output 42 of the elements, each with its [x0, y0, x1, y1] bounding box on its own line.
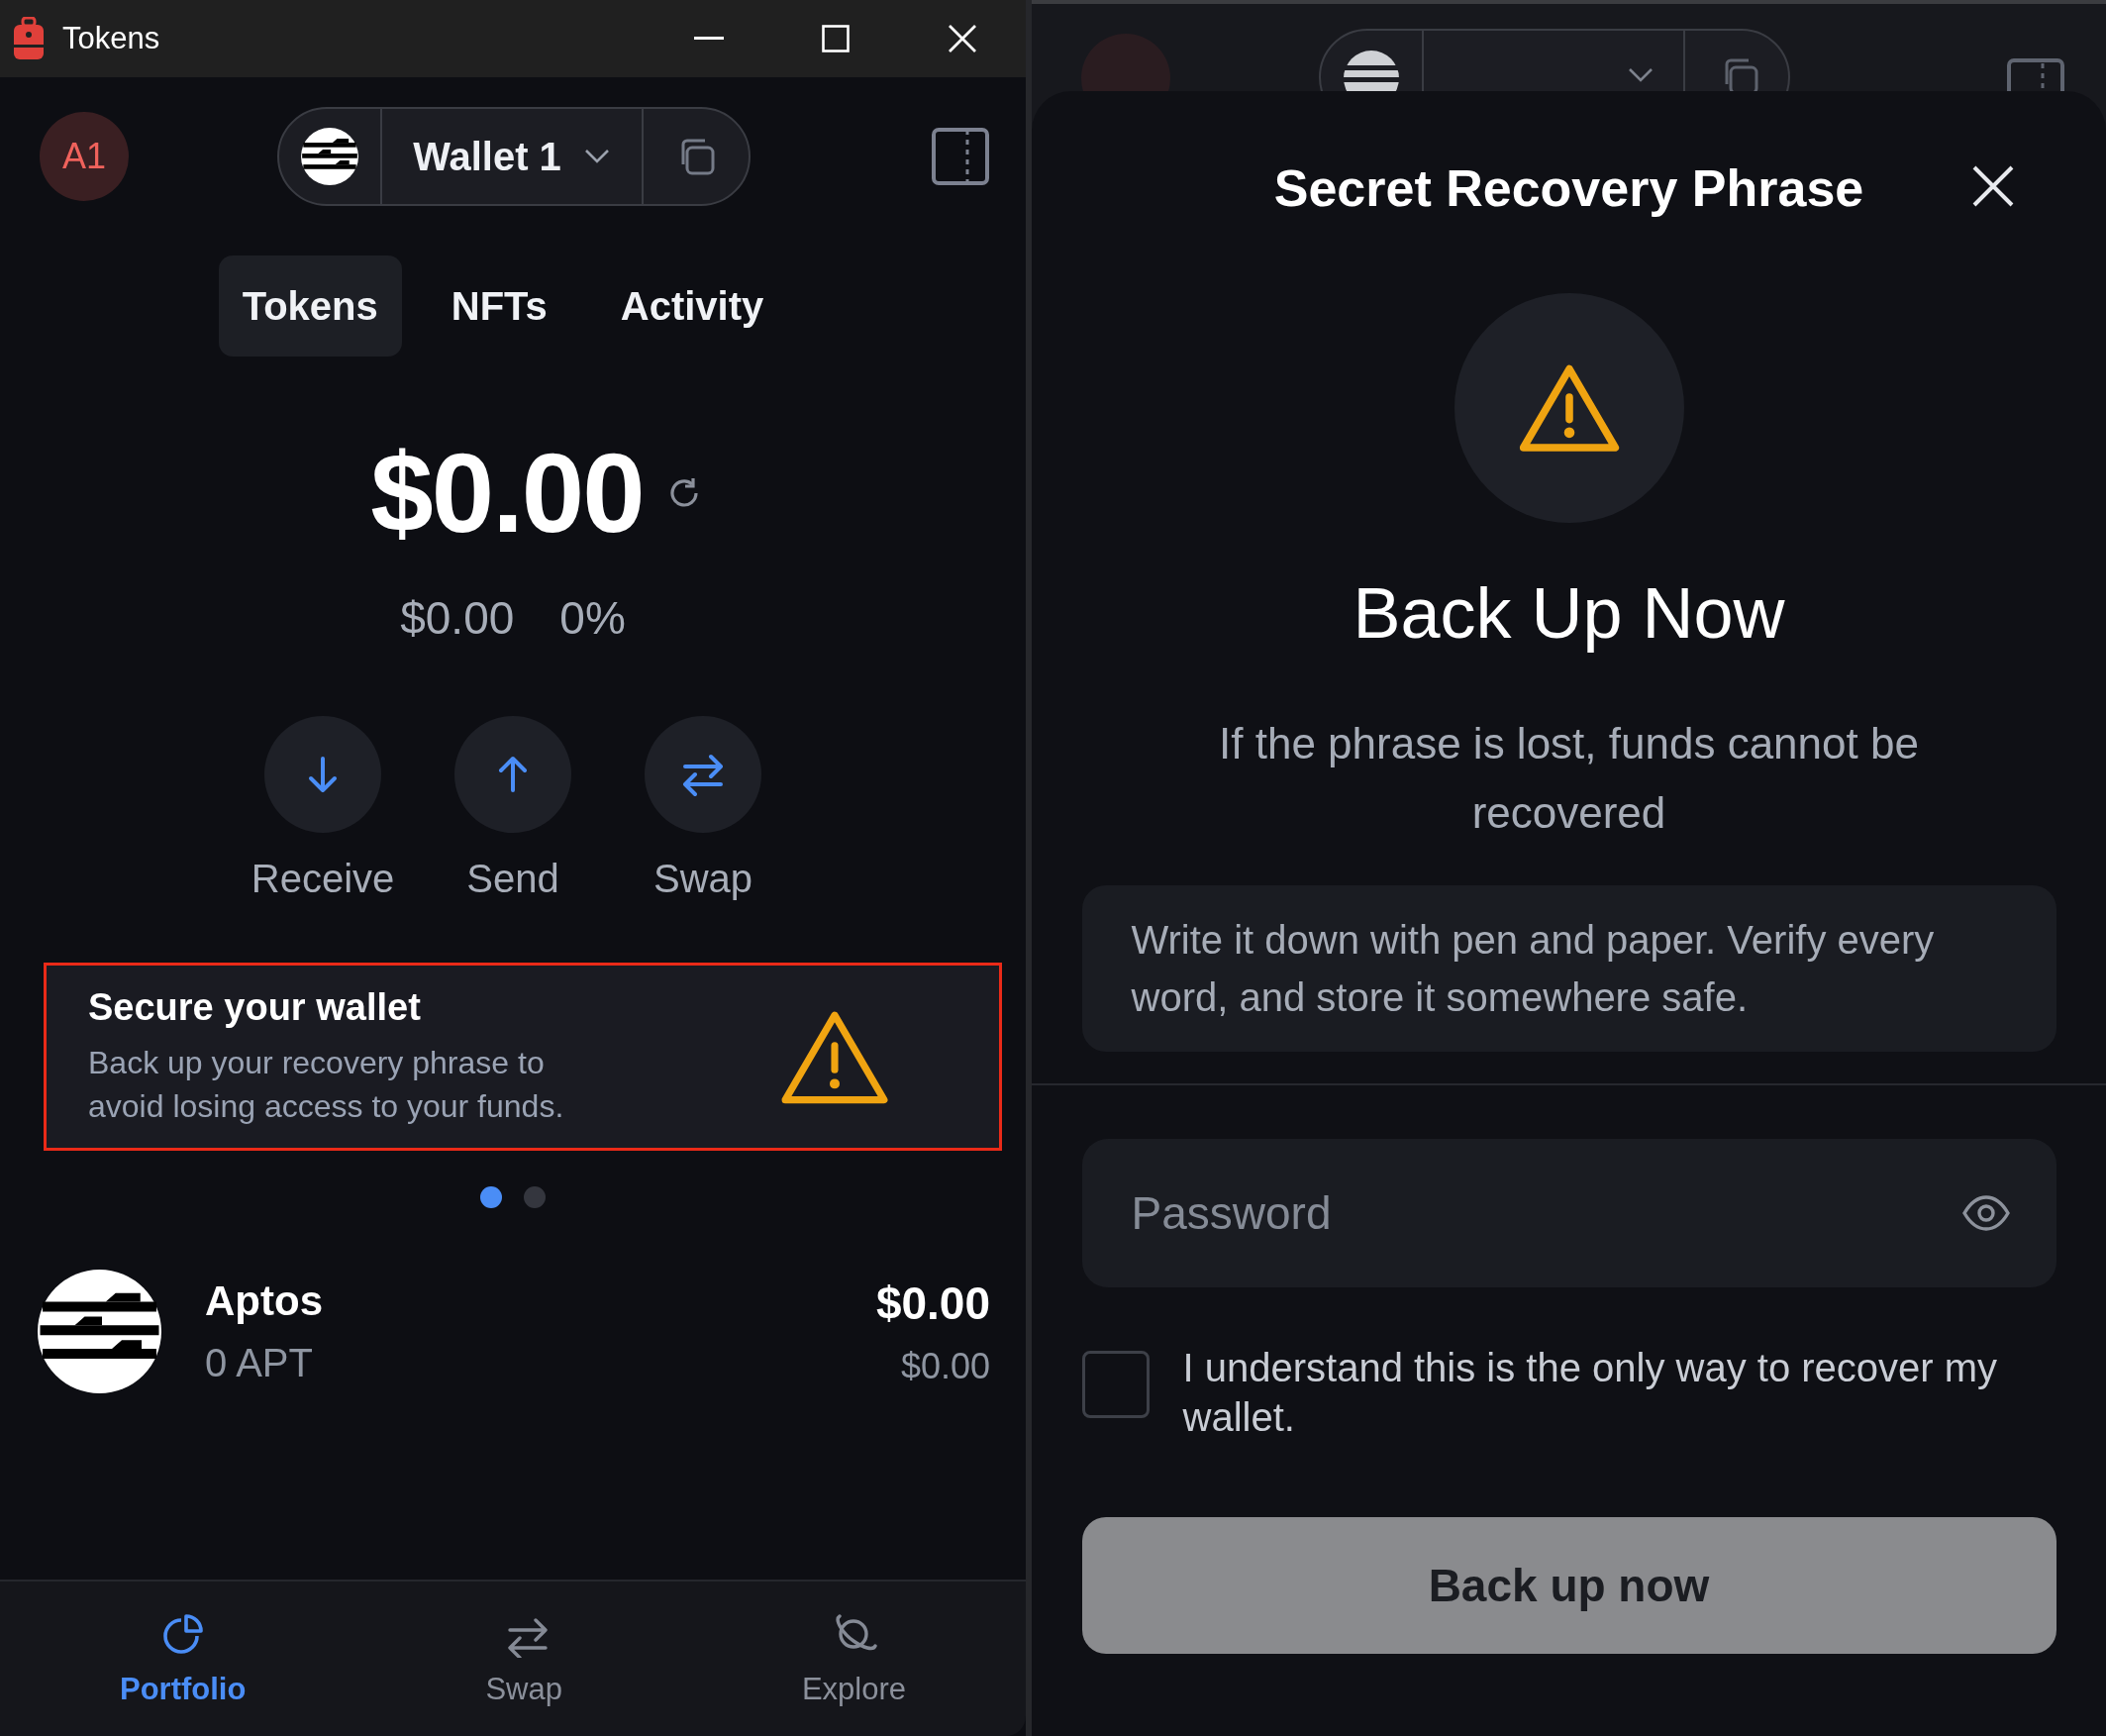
carousel-dot[interactable]: [480, 1186, 502, 1208]
minimize-icon: [694, 37, 724, 41]
backup-instructions: Write it down with pen and paper. Verify every word, and store it somewhere safe.: [1081, 885, 2056, 1052]
warning-message: If the phrase is lost, funds cannot be recovered: [1218, 718, 1920, 839]
balance-amount: $0.00: [370, 429, 644, 558]
action-label: Swap: [652, 857, 753, 901]
token-fiat-value: $0.00: [900, 1345, 990, 1387]
eye-icon[interactable]: [1960, 1195, 2011, 1231]
window-title: Tokens: [62, 21, 160, 56]
tab[interactable]: Activity: [596, 255, 788, 357]
balance-change: $0.00: [400, 591, 515, 645]
token-amount: 0 APT: [205, 1341, 314, 1385]
token-name: Aptos: [205, 1277, 324, 1325]
action-label: Send: [466, 857, 559, 901]
network-logo-icon: [301, 128, 358, 185]
token-logo-icon: [38, 1270, 161, 1393]
backup-banner[interactable]: Secure your wallet Back up your recovery phrase to avoid losing access to your funds.: [44, 963, 1002, 1151]
close-button[interactable]: [1971, 164, 2015, 208]
carousel-dot[interactable]: [524, 1186, 546, 1208]
token-value: $0.00: [875, 1276, 990, 1330]
checkbox-label: I understand this is the only way to recover my wallet.: [1182, 1345, 1999, 1441]
checkbox[interactable]: [1081, 1351, 1150, 1418]
wallet-select[interactable]: Wallet 1: [382, 109, 644, 204]
banner-text: Back up your recovery phrase to avoid losing access to your funds.: [88, 1043, 565, 1126]
nav-tab[interactable]: Portfolio: [120, 1582, 247, 1736]
close-icon: [948, 24, 977, 53]
sheet-title: Secret Recovery Phrase: [1273, 158, 1864, 218]
close-icon: [1971, 164, 2015, 208]
account-avatar[interactable]: A1: [40, 112, 129, 201]
banner-title: Secure your wallet: [88, 985, 422, 1029]
app-logo-icon: [12, 17, 46, 60]
nav-tab[interactable]: Swap: [485, 1582, 562, 1736]
nav-tab[interactable]: Explore: [801, 1582, 906, 1736]
chevron-icon: [582, 148, 611, 165]
balance-change-percent: 0%: [559, 591, 626, 645]
tab[interactable]: NFTs: [427, 255, 571, 357]
maximize-icon: [822, 25, 850, 52]
side-panel-button[interactable]: [931, 127, 990, 186]
password-field[interactable]: Password: [1081, 1139, 2056, 1287]
action-label: Receive: [251, 857, 395, 901]
heading: Back Up Now: [1353, 572, 1785, 654]
tab[interactable]: Tokens: [218, 255, 402, 357]
